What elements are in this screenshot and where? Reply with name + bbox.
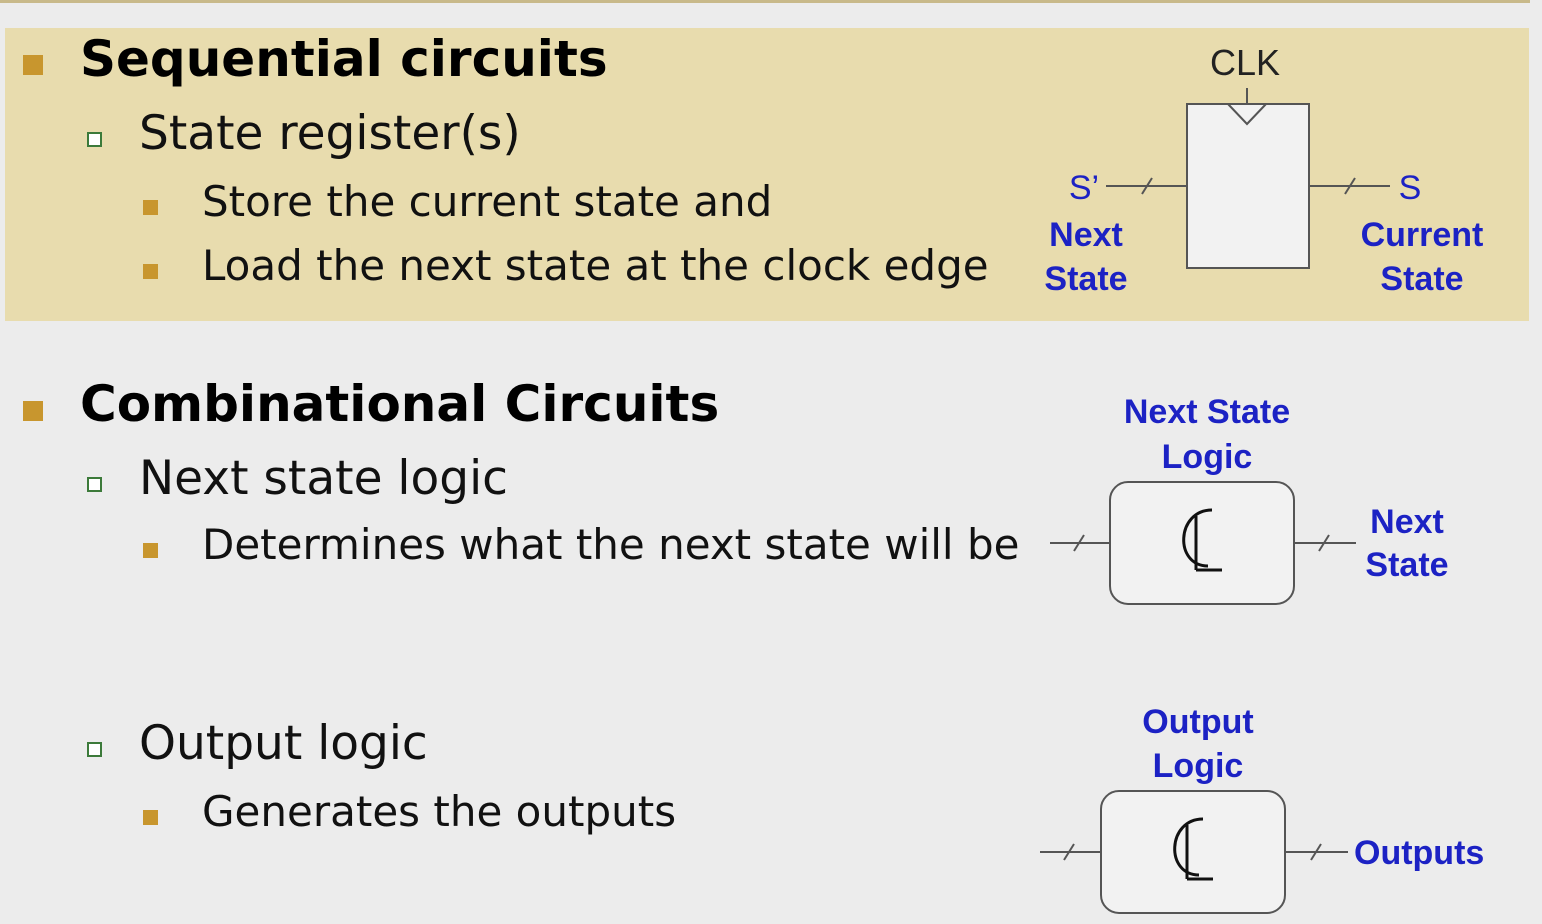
next-state-caption-line-2: State: [1044, 260, 1127, 298]
next-state-logic-diagram: Next State Logic Next State: [1050, 393, 1449, 605]
next-state-logic-box: [1109, 481, 1295, 605]
output-logic-title-line-1: Output: [1142, 703, 1253, 741]
next-state-logic-title-line-2: Logic: [1162, 438, 1253, 476]
output-logic-title-line-2: Logic: [1153, 747, 1244, 785]
nsl-output-caption-line-1: Next: [1370, 503, 1444, 541]
register-box: [1186, 103, 1310, 269]
output-logic-box: [1100, 790, 1286, 914]
state-register-diagram: CLK S’ Next State S Current State: [1044, 42, 1483, 298]
current-state-caption-line-2: State: [1380, 260, 1463, 298]
s-prime-label: S’: [1069, 169, 1099, 207]
output-logic-diagram: Output Logic Outputs: [1040, 703, 1484, 914]
outputs-caption: Outputs: [1354, 834, 1484, 872]
clk-label: CLK: [1210, 42, 1280, 83]
s-label: S: [1399, 169, 1422, 207]
next-state-logic-title-line-1: Next State: [1124, 393, 1290, 431]
circuit-diagrams: CLK S’ Next State S Current State Next S…: [1040, 42, 1484, 914]
current-state-caption-line-1: Current: [1361, 216, 1484, 254]
next-state-caption-line-1: Next: [1049, 216, 1123, 254]
nsl-output-caption-line-2: State: [1365, 546, 1448, 584]
